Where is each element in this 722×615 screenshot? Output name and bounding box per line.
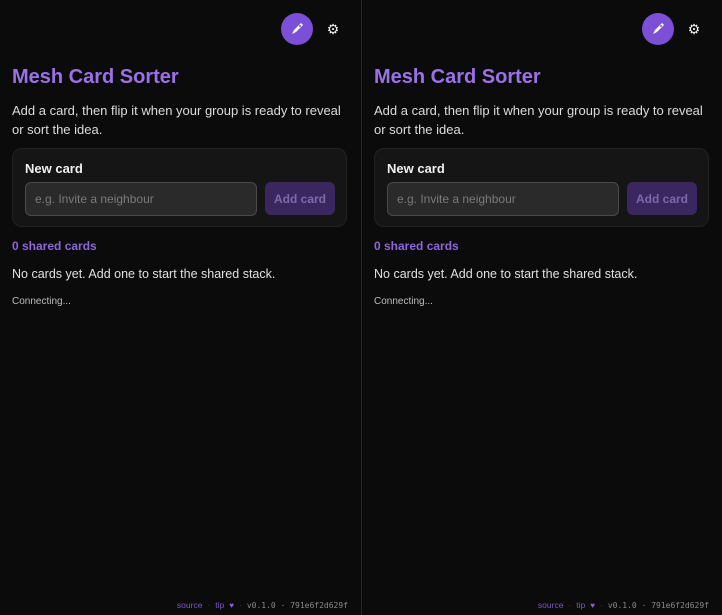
footer-separator: · [207,600,211,610]
page-title: Mesh Card Sorter [12,66,179,88]
new-card-label: New card [25,161,83,176]
top-toolbar: ⚙ [281,13,344,45]
new-card-panel: New card Add card [12,148,347,227]
add-card-button[interactable]: Add card [627,182,697,215]
footer-separator: · [600,600,603,610]
new-card-label: New card [387,161,445,176]
top-toolbar: ⚙ [642,13,705,45]
version-label: v0.1.0 · 791e6f2d629f [607,600,709,610]
footer-separator: · [239,600,242,610]
empty-state-message: No cards yet. Add one to start the share… [12,267,276,281]
add-card-button[interactable]: Add card [265,182,335,215]
tip-link[interactable]: tip [215,600,224,610]
split-view: ⚙ Mesh Card Sorter Add a card, then flip… [0,0,722,615]
avatar-button[interactable] [642,13,674,45]
avatar-button[interactable] [281,13,313,45]
page-subtitle: Add a card, then flip it when your group… [374,103,703,137]
empty-state-message: No cards yet. Add one to start the share… [374,267,638,281]
connection-status: Connecting... [12,296,71,307]
page-subtitle: Add a card, then flip it when your group… [12,103,341,137]
gear-icon[interactable]: ⚙ [322,18,344,40]
heart-icon: ♥ [590,600,595,610]
gear-icon[interactable]: ⚙ [683,18,705,40]
footer-separator: · [568,600,572,610]
app-pane-right: ⚙ Mesh Card Sorter Add a card, then flip… [361,0,722,615]
footer: source · tip ♥ · v0.1.0 · 791e6f2d629f [177,600,348,610]
new-card-input[interactable] [387,182,619,216]
rocket-icon [653,23,664,34]
rocket-icon [292,23,303,34]
heart-icon: ♥ [229,600,234,610]
connection-status: Connecting... [374,296,433,307]
version-label: v0.1.0 · 791e6f2d629f [246,600,348,610]
shared-cards-count: 0 shared cards [374,239,459,253]
new-card-input[interactable] [25,182,257,216]
source-link[interactable]: source [177,600,203,610]
app-pane-left: ⚙ Mesh Card Sorter Add a card, then flip… [0,0,361,615]
footer: source · tip ♥ · v0.1.0 · 791e6f2d629f [538,600,709,610]
page-title: Mesh Card Sorter [374,66,541,88]
new-card-panel: New card Add card [374,148,709,227]
shared-cards-count: 0 shared cards [12,239,97,253]
tip-link[interactable]: tip [576,600,585,610]
source-link[interactable]: source [538,600,564,610]
